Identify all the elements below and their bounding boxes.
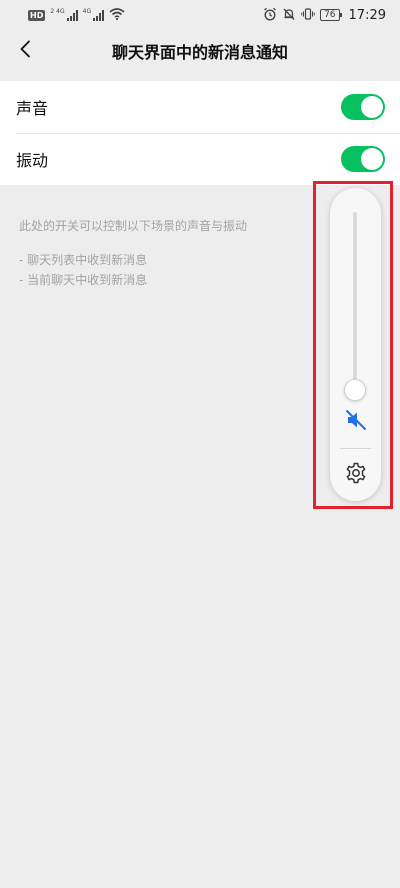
volume-slider-thumb[interactable] — [344, 379, 366, 401]
gear-icon — [344, 461, 368, 489]
setting-row-vibration: 振动 — [0, 133, 400, 185]
wifi-icon — [109, 7, 125, 23]
signal-icon — [66, 9, 78, 21]
setting-label-sound: 声音 — [16, 99, 49, 118]
status-time: 17:29 — [348, 7, 386, 23]
network-label-2: 4G — [82, 7, 92, 15]
network-label-1: 4G — [56, 7, 65, 15]
description-text: 此处的开关可以控制以下场景的声音与振动 — [19, 219, 248, 233]
nav-bar: 聊天界面中的新消息通知 — [0, 30, 400, 72]
volume-panel — [330, 188, 381, 501]
toggle-knob — [361, 96, 383, 118]
sim-tag: 2 — [50, 7, 55, 15]
description-item: - 聊天列表中收到新消息 — [19, 253, 148, 267]
description-item: - 当前聊天中收到新消息 — [19, 273, 148, 287]
silent-bell-icon — [282, 7, 296, 24]
mute-button[interactable] — [342, 408, 369, 435]
vibrate-icon — [301, 7, 315, 24]
setting-row-sound: 声音 — [0, 81, 400, 133]
toggle-knob — [361, 148, 383, 170]
status-bar: HD 2 4G 4G 76 17:29 — [0, 0, 400, 30]
battery-indicator: 76 — [320, 9, 343, 21]
volume-settings-button[interactable] — [342, 461, 369, 488]
hd-badge: HD — [28, 9, 46, 21]
status-left: HD 2 4G 4G — [28, 8, 125, 23]
panel-divider — [340, 448, 371, 449]
settings-description: 此处的开关可以控制以下场景的声音与振动 - 聊天列表中收到新消息 - 当前聊天中… — [19, 216, 319, 290]
chevron-left-icon — [19, 40, 31, 62]
status-right: 76 17:29 — [263, 7, 386, 24]
speaker-muted-icon — [344, 408, 368, 436]
settings-list: 声音 振动 — [0, 81, 400, 185]
volume-slider-track[interactable] — [353, 212, 357, 388]
page-title: 聊天界面中的新消息通知 — [111, 43, 288, 62]
signal-icon-2 — [93, 9, 105, 21]
alarm-icon — [263, 7, 277, 24]
sound-toggle[interactable] — [341, 94, 385, 120]
back-button[interactable] — [10, 36, 40, 66]
vibration-toggle[interactable] — [341, 146, 385, 172]
setting-label-vibration: 振动 — [16, 151, 49, 170]
